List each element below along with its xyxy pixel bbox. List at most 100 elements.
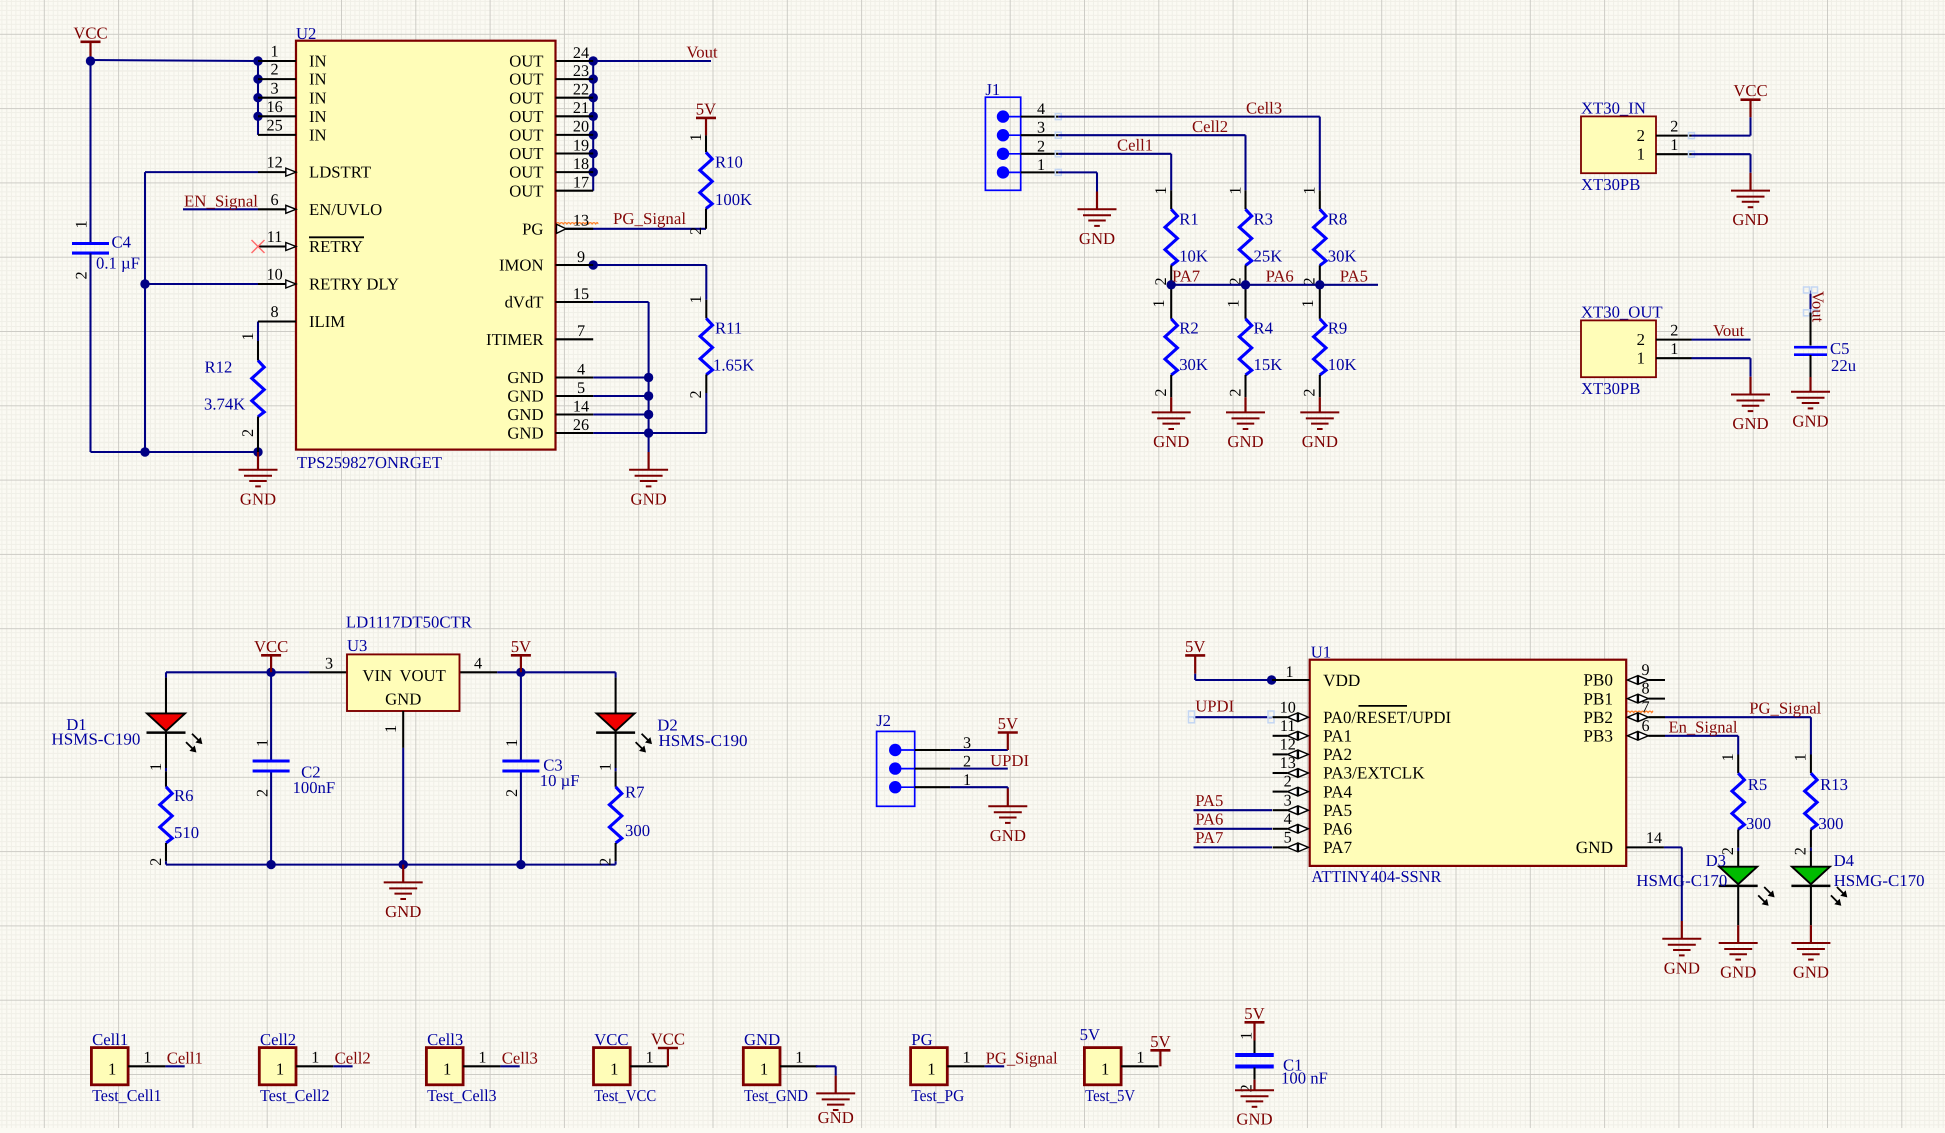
svg-text:GND: GND xyxy=(507,387,543,406)
svg-text:GND: GND xyxy=(744,1030,780,1049)
svg-text:1: 1 xyxy=(311,1049,319,1067)
svg-text:1: 1 xyxy=(478,1049,486,1067)
svg-text:13: 13 xyxy=(1280,754,1296,772)
svg-text:1: 1 xyxy=(1637,349,1645,368)
svg-text:10K: 10K xyxy=(1328,355,1357,374)
svg-text:Test_GND: Test_GND xyxy=(744,1086,808,1105)
svg-text:PB3: PB3 xyxy=(1583,727,1613,746)
svg-text:Vout: Vout xyxy=(686,43,718,62)
svg-text:1: 1 xyxy=(687,295,705,303)
svg-text:2: 2 xyxy=(1226,389,1244,397)
svg-text:EN_Signal: EN_Signal xyxy=(184,191,258,210)
svg-text:GND: GND xyxy=(1153,432,1189,451)
svg-text:IN: IN xyxy=(309,107,327,126)
svg-text:C4: C4 xyxy=(112,233,132,252)
svg-text:Cell3: Cell3 xyxy=(1246,98,1282,117)
svg-text:10: 10 xyxy=(267,266,283,284)
svg-text:17: 17 xyxy=(573,174,589,192)
svg-text:4: 4 xyxy=(474,655,482,673)
svg-text:U1: U1 xyxy=(1311,643,1331,662)
svg-text:GND: GND xyxy=(1576,838,1613,857)
svg-text:R12: R12 xyxy=(205,357,233,376)
svg-text:2: 2 xyxy=(503,789,521,797)
svg-text:R1: R1 xyxy=(1179,210,1198,229)
svg-text:VCC: VCC xyxy=(1733,81,1767,100)
svg-text:GND: GND xyxy=(1720,963,1756,982)
svg-text:1: 1 xyxy=(1285,663,1293,681)
svg-text:1: 1 xyxy=(610,1059,618,1078)
svg-text:300: 300 xyxy=(1746,814,1771,833)
svg-text:GND: GND xyxy=(1664,958,1700,977)
svg-text:R10: R10 xyxy=(715,153,743,172)
svg-text:HSMS-C190: HSMS-C190 xyxy=(659,731,748,750)
svg-text:IN: IN xyxy=(309,126,327,145)
svg-text:R2: R2 xyxy=(1179,319,1198,338)
svg-text:1: 1 xyxy=(271,43,279,61)
svg-text:En_Signal: En_Signal xyxy=(1669,718,1738,737)
svg-text:25: 25 xyxy=(267,117,283,135)
svg-text:OUT: OUT xyxy=(509,126,543,145)
svg-text:100nF: 100nF xyxy=(293,778,336,797)
svg-text:1: 1 xyxy=(443,1059,451,1078)
svg-text:GND: GND xyxy=(818,1108,854,1127)
svg-text:1: 1 xyxy=(253,739,271,747)
svg-text:D4: D4 xyxy=(1834,851,1855,870)
svg-text:OUT: OUT xyxy=(509,52,543,71)
svg-text:Cell1: Cell1 xyxy=(1117,136,1153,155)
svg-text:100 nF: 100 nF xyxy=(1281,1069,1328,1088)
svg-text:U2: U2 xyxy=(296,24,316,43)
svg-text:300: 300 xyxy=(1818,814,1843,833)
svg-text:HSMG-C170: HSMG-C170 xyxy=(1834,871,1925,890)
svg-text:LDSTRT: LDSTRT xyxy=(309,163,371,182)
svg-text:XT30_IN: XT30_IN xyxy=(1581,99,1646,118)
svg-text:EN/UVLO: EN/UVLO xyxy=(309,200,382,219)
svg-text:25K: 25K xyxy=(1254,247,1283,266)
svg-text:510: 510 xyxy=(174,823,199,842)
svg-text:Test_5V: Test_5V xyxy=(1085,1086,1135,1105)
svg-text:Cell2: Cell2 xyxy=(1192,117,1228,136)
svg-text:ITIMER: ITIMER xyxy=(486,330,544,349)
svg-text:R3: R3 xyxy=(1254,210,1273,229)
svg-text:6: 6 xyxy=(1642,717,1650,735)
svg-text:12: 12 xyxy=(1280,736,1296,754)
svg-text:GND: GND xyxy=(1732,210,1768,229)
svg-text:2: 2 xyxy=(239,429,257,437)
svg-text:R6: R6 xyxy=(174,786,193,805)
svg-text:2: 2 xyxy=(72,271,90,279)
svg-text:2: 2 xyxy=(1284,773,1292,791)
svg-text:1: 1 xyxy=(143,1049,151,1067)
svg-text:11: 11 xyxy=(1280,717,1296,735)
svg-text:1: 1 xyxy=(1299,300,1317,308)
svg-text:0.1 µF: 0.1 µF xyxy=(96,254,140,273)
svg-text:PG_Signal: PG_Signal xyxy=(986,1049,1058,1068)
svg-text:XT30_OUT: XT30_OUT xyxy=(1581,303,1663,322)
svg-text:1: 1 xyxy=(963,1049,971,1067)
svg-text:Cell1: Cell1 xyxy=(92,1030,128,1049)
svg-text:22u: 22u xyxy=(1831,356,1857,375)
svg-text:10 µF: 10 µF xyxy=(540,771,580,790)
svg-text:9: 9 xyxy=(577,248,585,266)
svg-text:2: 2 xyxy=(1152,389,1170,397)
svg-text:VCC: VCC xyxy=(651,1030,685,1049)
svg-text:2: 2 xyxy=(1670,118,1678,136)
svg-text:1: 1 xyxy=(760,1059,768,1078)
svg-text:PA4: PA4 xyxy=(1323,782,1352,801)
svg-text:1: 1 xyxy=(1637,145,1645,164)
svg-text:IN: IN xyxy=(309,70,327,89)
svg-text:20: 20 xyxy=(573,118,589,136)
svg-text:RETRY: RETRY xyxy=(309,237,363,256)
svg-text:Test_Cell1: Test_Cell1 xyxy=(92,1086,162,1105)
svg-text:5: 5 xyxy=(1284,829,1292,847)
svg-text:1: 1 xyxy=(1301,187,1319,195)
svg-text:1: 1 xyxy=(1719,753,1737,761)
svg-text:UPDI: UPDI xyxy=(1195,697,1234,716)
svg-text:Test_VCC: Test_VCC xyxy=(594,1086,656,1105)
svg-text:1: 1 xyxy=(1670,136,1678,154)
svg-text:VCC: VCC xyxy=(594,1030,628,1049)
svg-text:GND: GND xyxy=(507,424,543,443)
svg-text:2: 2 xyxy=(271,61,279,79)
svg-text:5V: 5V xyxy=(1150,1032,1170,1051)
svg-text:9: 9 xyxy=(1642,661,1650,679)
svg-text:3: 3 xyxy=(325,655,333,673)
svg-text:PA1: PA1 xyxy=(1323,727,1352,746)
